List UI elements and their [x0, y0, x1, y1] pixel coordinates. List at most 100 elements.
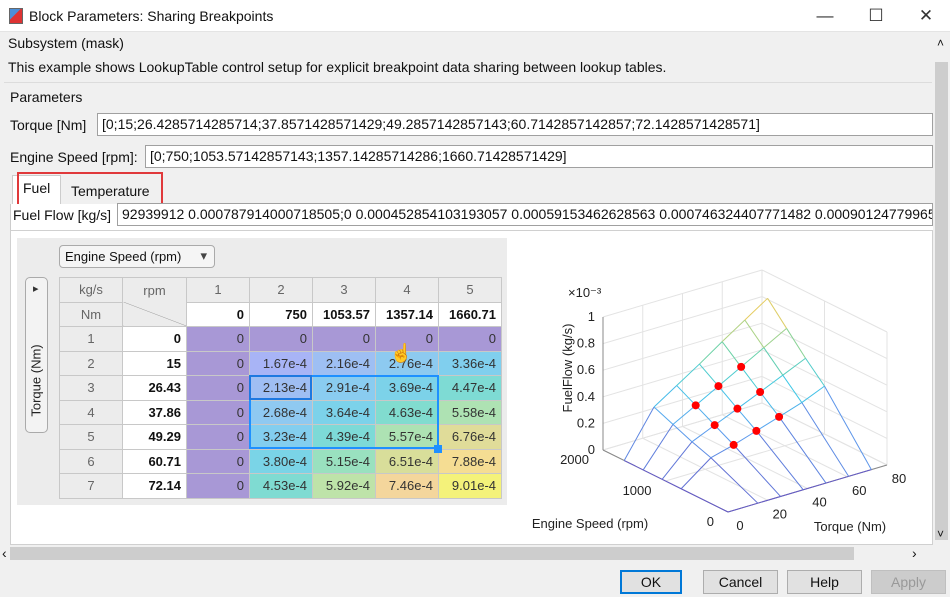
surface-mesh-line [755, 430, 804, 491]
table-cell[interactable]: 5.15e-4 [312, 448, 376, 474]
torque-tick-label: 0 [736, 518, 743, 533]
table-cell[interactable]: 2.16e-4 [312, 350, 376, 376]
surface-mesh-line [714, 424, 735, 446]
table-cell[interactable]: 0 [312, 326, 376, 352]
table-cell[interactable]: 3.36e-4 [438, 350, 502, 376]
surface-mesh-line [721, 341, 742, 368]
table-cell[interactable]: 0 [438, 326, 502, 352]
table-cell[interactable]: 7.88e-4 [438, 448, 502, 474]
table-cell[interactable]: 2.91e-4 [312, 375, 376, 401]
output-units: kg/s [59, 277, 123, 303]
column-breakpoint[interactable]: 1357.14 [375, 301, 439, 327]
fuel-flow-input[interactable]: 92939912 0.000787914000718505;0 0.000452… [117, 203, 933, 226]
table-cell[interactable]: 4.47e-4 [438, 375, 502, 401]
surface-mesh-line [763, 347, 784, 376]
maximize-button[interactable]: ☐ [856, 4, 896, 28]
surface-mesh-line [691, 441, 712, 459]
table-cell[interactable]: 0 [186, 326, 250, 352]
table-cell[interactable]: 0 [186, 375, 250, 401]
row-index: 5 [59, 424, 123, 450]
table-cell[interactable]: 5.92e-4 [312, 473, 376, 499]
parameters-heading: Parameters [10, 89, 83, 105]
table-cell[interactable]: 4.39e-4 [312, 424, 376, 450]
surface-mesh-line [737, 408, 757, 432]
z-tick-label: 0.8 [577, 336, 595, 351]
surface-mesh-line [763, 327, 787, 349]
mask-description: This example shows LookupTable control s… [8, 59, 667, 75]
divider [4, 82, 932, 83]
table-cell[interactable]: 6.76e-4 [438, 424, 502, 450]
table-cell[interactable]: 4.53e-4 [249, 473, 313, 499]
table-cell[interactable]: 5.58e-4 [438, 399, 502, 425]
column-breakpoint[interactable]: 750 [249, 301, 313, 327]
apply-button[interactable]: Apply [871, 570, 946, 594]
speed-axis-label: Engine Speed (rpm) [532, 516, 648, 531]
table-cell[interactable]: 5.57e-4 [375, 424, 439, 450]
row-breakpoint[interactable]: 49.29 [122, 424, 187, 450]
surface-mesh-line [699, 341, 723, 365]
surface-mesh-line [848, 469, 872, 477]
scroll-up-icon[interactable]: ˄ [937, 36, 944, 50]
table-cell[interactable]: 0 [186, 424, 250, 450]
surface-mesh-line [653, 385, 678, 408]
surface-mesh-line [676, 385, 697, 406]
table-cell[interactable]: 0 [186, 448, 250, 474]
column-breakpoint[interactable]: 1660.71 [438, 301, 502, 327]
surface-mesh-line [721, 319, 746, 343]
selected-point-marker [752, 426, 761, 435]
surface-mesh-line [695, 385, 719, 406]
surface-mesh-line [801, 385, 825, 403]
table-cell[interactable]: 9.01e-4 [438, 473, 502, 499]
column-index: 4 [375, 277, 439, 303]
scroll-right-icon[interactable]: › [912, 545, 917, 561]
column-breakpoint[interactable]: 1053.57 [312, 301, 376, 327]
torque-tick-label: 40 [812, 495, 826, 510]
torque-input[interactable]: [0;15;26.4285714285714;37.8571428571429;… [97, 113, 933, 136]
surface-mesh-line [780, 489, 804, 497]
scroll-down-icon[interactable]: ˅ [937, 527, 944, 541]
surface-mesh-line [782, 357, 806, 376]
horizontal-scroll-thumb[interactable] [10, 547, 854, 560]
cancel-button[interactable]: Cancel [703, 570, 778, 594]
table-cell[interactable]: 3.80e-4 [249, 448, 313, 474]
table-cell[interactable]: 0 [186, 350, 250, 376]
table-cell[interactable]: 0 [186, 473, 250, 499]
ok-button[interactable]: OK [620, 570, 682, 594]
row-breakpoint[interactable]: 26.43 [122, 375, 187, 401]
column-breakpoint[interactable]: 0 [186, 301, 250, 327]
scroll-left-icon[interactable]: ‹ [2, 545, 7, 561]
table-cell[interactable]: 3.64e-4 [312, 399, 376, 425]
dropdown-value: Engine Speed (rpm) [65, 249, 182, 264]
row-breakpoint[interactable]: 72.14 [122, 473, 187, 499]
table-cell[interactable]: 7.46e-4 [375, 473, 439, 499]
table-cell[interactable]: 0 [249, 326, 313, 352]
help-button[interactable]: Help [787, 570, 862, 594]
row-breakpoint[interactable]: 0 [122, 326, 187, 352]
row-breakpoint[interactable]: 60.71 [122, 448, 187, 474]
minimize-button[interactable]: — [805, 4, 845, 28]
row-index: 2 [59, 350, 123, 376]
row-axis-button[interactable]: ▸ Torque (Nm) [25, 277, 48, 433]
close-button[interactable]: ✕ [906, 4, 946, 28]
fill-handle[interactable] [434, 445, 442, 453]
table-cell[interactable]: 2.68e-4 [249, 399, 313, 425]
table-cell[interactable]: 1.67e-4 [249, 350, 313, 376]
table-cell[interactable]: 6.51e-4 [375, 448, 439, 474]
table-cell[interactable]: 0 [186, 399, 250, 425]
breakpoint-dimension-dropdown[interactable]: Engine Speed (rpm) ▾ [59, 245, 215, 268]
row-breakpoint[interactable]: 37.86 [122, 399, 187, 425]
surface-mesh-line [642, 469, 663, 480]
table-cell[interactable]: 4.63e-4 [375, 399, 439, 425]
table-cell[interactable]: 3.69e-4 [375, 375, 439, 401]
fuel-flow-surface-plot[interactable]: 00.20.40.60.81020406080010002000×10⁻³Fue… [520, 260, 932, 542]
engine-speed-input[interactable]: [0;750;1053.57142857143;1357.14285714286… [145, 145, 933, 168]
fuel-flow-label: Fuel Flow [kg/s] [13, 207, 112, 223]
speed-tick-label: 2000 [560, 452, 589, 467]
vertical-scroll-thumb[interactable] [935, 62, 948, 540]
chevron-down-icon: ▾ [200, 248, 207, 263]
table-cell[interactable]: 3.23e-4 [249, 424, 313, 450]
speed-tick-label: 0 [707, 514, 714, 529]
selected-point-marker [733, 404, 742, 413]
table-cell[interactable]: 2.13e-4 [249, 375, 313, 401]
row-breakpoint[interactable]: 15 [122, 350, 187, 376]
